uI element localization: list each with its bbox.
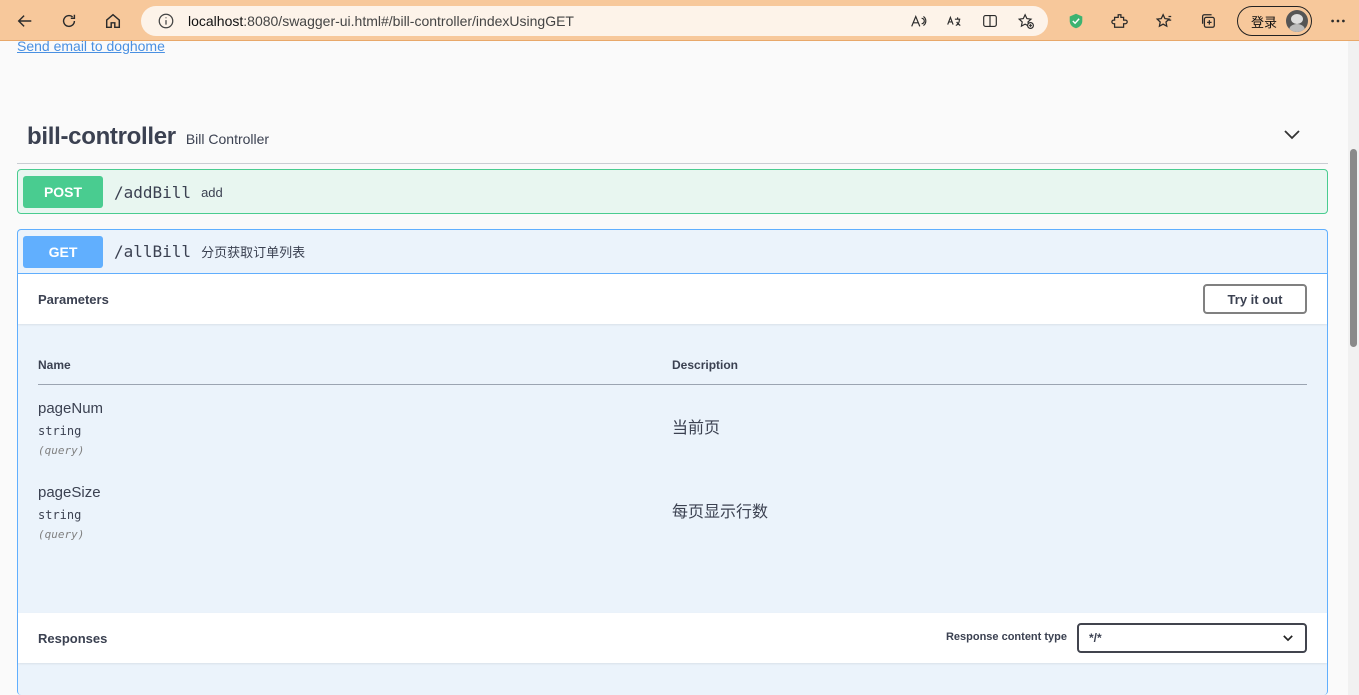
login-label: 登录 (1251, 14, 1278, 30)
try-it-out-button[interactable]: Try it out (1203, 284, 1307, 314)
tag-header[interactable]: bill-controller Bill Controller (17, 110, 1328, 164)
table-row: pageNum string (query) 当前页 (38, 400, 1307, 480)
param-name: pageNum (38, 400, 104, 417)
param-location: (query) (38, 444, 85, 457)
table-row: pageSize string (query) 每页显示行数 (38, 484, 1307, 564)
info-icon[interactable] (157, 12, 175, 30)
response-content-type-select[interactable]: */* (1077, 623, 1307, 653)
home-icon[interactable] (95, 3, 131, 39)
column-header-name: Name (38, 358, 71, 372)
url-path: :8080/swagger-ui.html#/bill-controller/i… (243, 13, 574, 29)
param-type: string (38, 508, 82, 522)
parameters-table: Name Description pageNum string (query) … (18, 324, 1327, 613)
operation-post-addbill: POST /addBill add (17, 169, 1328, 214)
more-menu-icon[interactable] (1320, 3, 1356, 39)
operation-path: /addBill (114, 182, 192, 202)
chevron-down-icon (1283, 635, 1293, 642)
column-header-description: Description (672, 358, 739, 372)
address-bar[interactable]: localhost:8080/swagger-ui.html#/bill-con… (141, 6, 1048, 36)
scrollbar-thumb[interactable] (1350, 149, 1357, 347)
read-aloud-icon[interactable] (902, 6, 934, 36)
responses-title: Responses (38, 630, 108, 646)
response-content-type-label: Response content type (945, 631, 1067, 643)
tag-name: bill-controller (27, 122, 176, 150)
add-favorite-icon[interactable] (1010, 6, 1042, 36)
back-icon[interactable] (7, 3, 43, 39)
browser-toolbar: localhost:8080/swagger-ui.html#/bill-con… (0, 0, 1359, 41)
refresh-icon[interactable] (51, 3, 87, 39)
param-name: pageSize (38, 484, 101, 501)
contact-email-link[interactable]: Send email to doghome (17, 38, 165, 54)
collections-icon[interactable] (1190, 3, 1226, 39)
method-badge-post: POST (23, 176, 103, 208)
responses-header: Responses Response content type */* (18, 613, 1327, 663)
operation-path: /allBill (114, 242, 192, 261)
collapse-chevron-icon[interactable] (1282, 124, 1302, 144)
param-type: string (38, 424, 82, 438)
operation-summary[interactable]: GET /allBill 分页获取订单列表 (18, 230, 1327, 274)
param-description: 每页显示行数 (672, 504, 769, 521)
favorites-icon[interactable] (1146, 3, 1182, 39)
avatar (1286, 10, 1308, 32)
param-description: 当前页 (672, 420, 721, 437)
parameters-header: Parameters Try it out (18, 274, 1327, 324)
operation-summary-text: 分页获取订单列表 (201, 245, 306, 260)
param-location: (query) (38, 528, 85, 541)
parameters-table-header: Name Description (38, 354, 1307, 385)
url-text[interactable]: localhost:8080/swagger-ui.html#/bill-con… (188, 13, 574, 29)
method-badge-get: GET (23, 235, 103, 268)
extensions-icon[interactable] (1102, 3, 1138, 39)
operation-summary-text: add (201, 184, 223, 200)
operation-get-allbill: GET /allBill 分页获取订单列表 Parameters Try it … (17, 229, 1328, 695)
split-screen-icon[interactable] (974, 6, 1006, 36)
parameters-title: Parameters (38, 291, 109, 307)
response-content-type-value: */* (1089, 631, 1102, 645)
tag-description: Bill Controller (185, 130, 270, 147)
vertical-scrollbar[interactable] (1348, 41, 1359, 695)
shield-extension-icon[interactable] (1058, 3, 1094, 39)
translate-icon[interactable] (938, 6, 970, 36)
url-host: localhost (188, 13, 244, 29)
login-button[interactable]: 登录 (1237, 6, 1312, 36)
operation-summary[interactable]: POST /addBill add (18, 170, 1327, 214)
extensions-area (1058, 3, 1226, 39)
